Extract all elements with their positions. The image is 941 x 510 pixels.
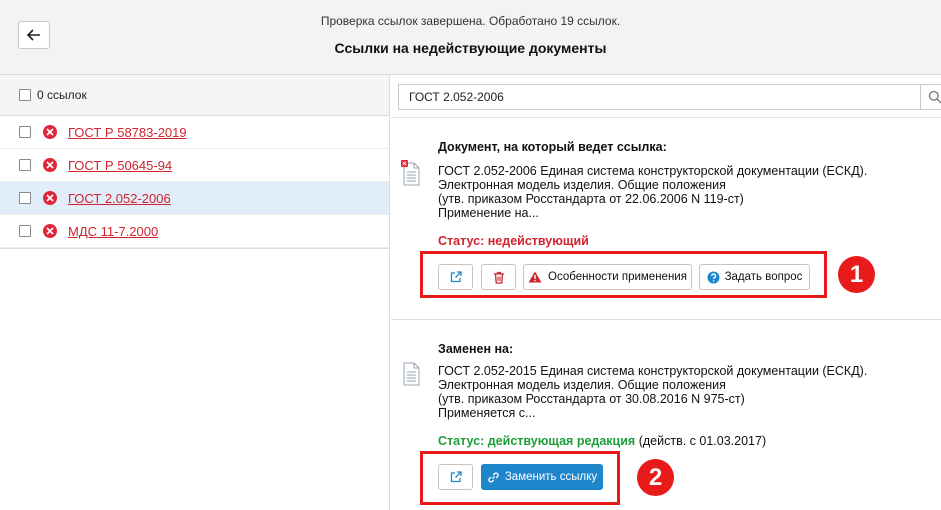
item-link[interactable]: ГОСТ 2.052-2006 <box>68 191 171 206</box>
search-icon <box>928 90 941 104</box>
select-all-checkbox[interactable] <box>19 89 31 101</box>
doc-line: ГОСТ 2.052-2015 Единая система конструкт… <box>438 364 868 378</box>
error-icon <box>43 191 57 205</box>
replacement-heading: Заменен на: <box>438 342 514 356</box>
error-icon <box>43 224 57 238</box>
select-all-label: 0 ссылок <box>37 88 87 102</box>
item-link[interactable]: ГОСТ Р 50645-94 <box>68 158 172 173</box>
highlight-box-2 <box>420 451 620 505</box>
current-doc-description: ГОСТ 2.052-2006 Единая система конструкт… <box>438 164 908 220</box>
doc-line: Электронная модель изделия. Общие положе… <box>438 178 726 192</box>
callout-badge-1: 1 <box>838 256 875 293</box>
item-checkbox[interactable] <box>19 225 31 237</box>
search-input[interactable] <box>399 86 909 108</box>
item-link[interactable]: МДС 11-7.2000 <box>68 224 158 239</box>
doc-line: ГОСТ 2.052-2006 Единая система конструкт… <box>438 164 868 178</box>
link-list: ГОСТ Р 58783-2019 ГОСТ Р 50645-94 ГОСТ 2… <box>0 116 389 249</box>
top-bar: Проверка ссылок завершена. Обработано 19… <box>0 0 941 75</box>
list-item-selected[interactable]: ГОСТ 2.052-2006 <box>0 182 389 215</box>
item-checkbox[interactable] <box>19 192 31 204</box>
callout-badge-2: 2 <box>637 459 674 496</box>
doc-line: (утв. приказом Росстандарта от 30.08.201… <box>438 392 745 406</box>
link-list-pane: 0 ссылок ГОСТ Р 58783-2019 ГОСТ Р 50645-… <box>0 75 390 510</box>
status-message: Проверка ссылок завершена. Обработано 19… <box>320 14 621 28</box>
document-invalid-icon <box>401 160 420 186</box>
status-valid: Статус: действующая редакция (действ. с … <box>438 434 766 448</box>
item-checkbox[interactable] <box>19 126 31 138</box>
highlight-box-1 <box>420 251 827 298</box>
list-item[interactable]: ГОСТ Р 58783-2019 <box>0 116 389 149</box>
list-header: 0 ссылок <box>0 75 389 116</box>
current-doc-heading: Документ, на который ведет ссылка: <box>438 140 667 154</box>
doc-line: Электронная модель изделия. Общие положе… <box>438 378 726 392</box>
list-item[interactable]: ГОСТ Р 50645-94 <box>0 149 389 182</box>
replacement-description: ГОСТ 2.052-2015 Единая система конструкт… <box>438 364 908 420</box>
status-invalid: Статус: недействующий <box>438 234 589 248</box>
search-button[interactable] <box>920 85 941 109</box>
doc-line: Применяется с... <box>438 406 536 420</box>
status-valid-text: Статус: действующая редакция <box>438 434 636 448</box>
page-title: Ссылки на недействующие документы <box>334 40 607 56</box>
search-box <box>398 84 941 110</box>
document-icon <box>403 362 420 386</box>
error-icon <box>43 125 57 139</box>
status-note: (действ. с 01.03.2017) <box>638 434 767 448</box>
error-icon <box>43 158 57 172</box>
doc-line: (утв. приказом Росстандарта от 22.06.200… <box>438 192 744 206</box>
item-link[interactable]: ГОСТ Р 58783-2019 <box>68 125 187 140</box>
item-checkbox[interactable] <box>19 159 31 171</box>
doc-line: Применение на... <box>438 206 539 220</box>
list-item[interactable]: МДС 11-7.2000 <box>0 215 389 248</box>
